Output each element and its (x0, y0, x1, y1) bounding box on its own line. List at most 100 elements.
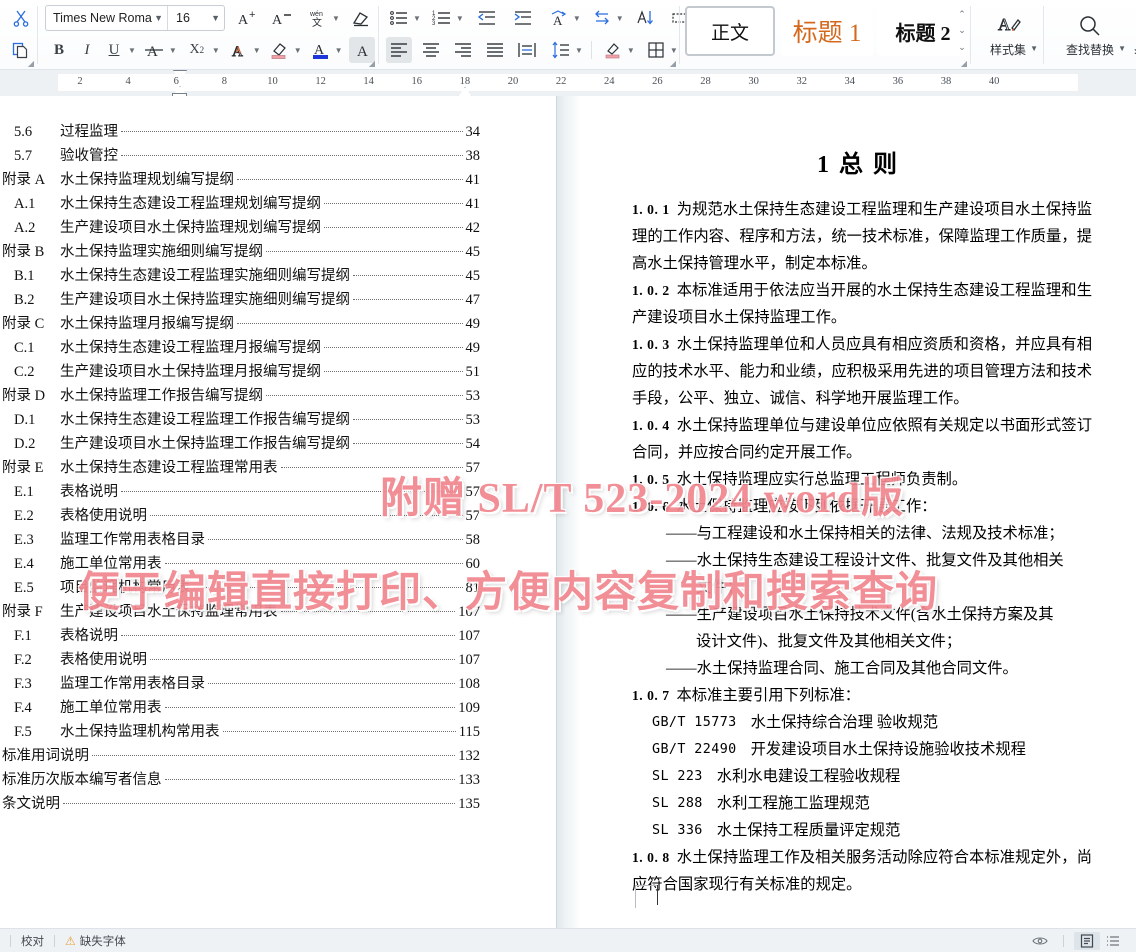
chevron-down-icon[interactable]: ▼ (573, 14, 581, 23)
toc-entry[interactable]: F.2表格使用说明107 (0, 648, 480, 672)
style-heading1[interactable]: 标题 1 (781, 6, 873, 56)
decrease-indent-icon[interactable] (474, 5, 500, 31)
toc-entry[interactable]: 条文说明135 (0, 792, 480, 816)
chevron-down-icon[interactable]: ▼ (169, 46, 177, 55)
shading-icon[interactable] (600, 37, 626, 63)
toc-entry[interactable]: A.2生产建设项目水土保持监理规划编写提纲42 (0, 216, 480, 240)
toc-entry[interactable]: E.3监理工作常用表格目录58 (0, 528, 480, 552)
toc-entry[interactable]: E.1表格说明57 (0, 480, 480, 504)
chevron-down-icon[interactable]: ▼ (332, 14, 340, 23)
chevron-down-icon[interactable]: ▼ (128, 46, 136, 55)
page-right[interactable]: 1 总 则 1. 0. 1为规范水土保持生态建设工程监理和生产建设项目水土保持监… (580, 96, 1136, 928)
italic-button[interactable]: I (73, 37, 101, 63)
styles-scroll-spinner[interactable]: ⌃ ⌄ ⌄ (955, 6, 969, 56)
find-replace-button[interactable]: 查找替换 (1044, 0, 1136, 70)
chevron-down-icon[interactable]: ▼ (212, 46, 220, 55)
toc-leader-dots (237, 322, 463, 324)
underline-button[interactable]: U (101, 37, 127, 63)
text-effects-icon[interactable]: A A (226, 37, 252, 63)
chevron-down-icon[interactable]: ▼ (616, 14, 624, 23)
chevron-down-icon[interactable]: ▼ (1030, 44, 1038, 53)
align-right-icon[interactable] (450, 37, 476, 63)
asian-layout-icon[interactable]: A (546, 5, 572, 31)
toc-entry[interactable]: F.1表格说明107 (0, 624, 480, 648)
paragraph-dialog-launcher[interactable]: ◢ (670, 59, 676, 68)
toc-entry[interactable]: D.2生产建设项目水土保持监理工作报告编写提纲54 (0, 432, 480, 456)
document-canvas[interactable]: 5.6过程监理345.7验收管控38附录 A水土保持监理规划编写提纲41A.1水… (0, 96, 1136, 928)
line-spacing-icon[interactable] (548, 37, 574, 63)
font-color-icon[interactable]: A (308, 37, 334, 63)
toc-entry[interactable]: F.3监理工作常用表格目录108 (0, 672, 480, 696)
toc-entry[interactable]: B.1水土保持生态建设工程监理实施细则编写提纲45 (0, 264, 480, 288)
toc-entry[interactable]: F.4施工单位常用表109 (0, 696, 480, 720)
toc-entry[interactable]: 附录 A水土保持监理规划编写提纲41 (0, 168, 480, 192)
cut-icon[interactable] (4, 3, 38, 33)
toc-entry[interactable]: C.1水土保持生态建设工程监理月报编写提纲49 (0, 336, 480, 360)
highlight-icon[interactable] (267, 37, 293, 63)
chevron-down-icon[interactable]: ▼ (456, 14, 464, 23)
phonetic-guide-icon[interactable]: wén 文 (305, 5, 331, 31)
proofread-status[interactable]: 校对 (21, 933, 44, 949)
chevron-down-icon[interactable]: ▼ (335, 46, 343, 55)
eye-icon[interactable] (1027, 932, 1053, 950)
toc-entry[interactable]: 5.6过程监理34 (0, 120, 480, 144)
outline-view-icon[interactable] (1100, 932, 1126, 950)
clipboard-dialog-launcher[interactable]: ◢ (28, 59, 34, 68)
toc-entry[interactable]: 附录 B水土保持监理实施细则编写提纲45 (0, 240, 480, 264)
chevron-down-icon[interactable]: ▼ (627, 46, 635, 55)
chevron-down-icon[interactable]: ▼ (413, 14, 421, 23)
styles-dialog-launcher[interactable]: ◢ (961, 59, 967, 68)
toc-entry[interactable]: F.5水土保持监理机构常用表115 (0, 720, 480, 744)
toc-entry[interactable]: B.2生产建设项目水土保持监理实施细则编写提纲47 (0, 288, 480, 312)
toc-entry[interactable]: A.1水土保持生态建设工程监理规划编写提纲41 (0, 192, 480, 216)
scroll-down-icon[interactable]: ⌄ (958, 25, 966, 36)
align-center-icon[interactable] (418, 37, 444, 63)
page-view-icon[interactable] (1074, 932, 1100, 950)
bullet-list-icon[interactable] (386, 5, 412, 31)
sort-icon[interactable] (632, 5, 658, 31)
missing-font-status[interactable]: 缺失字体 (80, 933, 126, 949)
toc-entry[interactable]: 附录 E水土保持生态建设工程监理常用表57 (0, 456, 480, 480)
chevron-down-icon[interactable]: ▼ (253, 46, 261, 55)
chevron-down-icon[interactable]: ▼ (294, 46, 302, 55)
toc-entry[interactable]: D.1水土保持生态建设工程监理工作报告编写提纲53 (0, 408, 480, 432)
toc-entry-page: 41 (466, 172, 481, 189)
toc-entry[interactable]: C.2生产建设项目水土保持监理月报编写提纲51 (0, 360, 480, 384)
toc-entry[interactable]: 5.7验收管控38 (0, 144, 480, 168)
numbered-list-icon[interactable]: 1 2 3 (429, 5, 455, 31)
toc-entry[interactable]: E.5项目监理机构常用表81 (0, 576, 480, 600)
toc-entry[interactable]: 附录 C水土保持监理月报编写提纲49 (0, 312, 480, 336)
borders-icon[interactable] (643, 37, 669, 63)
chevron-down-icon[interactable]: ▼ (1118, 44, 1126, 53)
align-distribute-icon[interactable] (514, 37, 540, 63)
strikethrough-button[interactable]: A (142, 37, 168, 63)
align-left-icon[interactable] (386, 37, 412, 63)
horizontal-ruler[interactable]: 246810121416182022242628303234363840 (58, 74, 1078, 91)
increase-indent-icon[interactable] (510, 5, 536, 31)
align-justify-icon[interactable] (482, 37, 508, 63)
toc-entry[interactable]: E.2表格使用说明57 (0, 504, 480, 528)
scroll-up-icon[interactable]: ⌃ (958, 9, 966, 20)
font-dialog-launcher[interactable]: ◢ (369, 59, 375, 68)
font-name-input[interactable]: Times New Roma ▼ (46, 6, 168, 30)
font-size-input[interactable]: 16 ▼ (168, 6, 224, 30)
page-left[interactable]: 5.6过程监理345.7验收管控38附录 A水土保持监理规划编写提纲41A.1水… (0, 96, 556, 928)
toc-entry[interactable]: 附录 D水土保持监理工作报告编写提纲53 (0, 384, 480, 408)
grow-font-icon[interactable]: A + (235, 5, 261, 31)
superscript-button[interactable]: X2 (183, 37, 211, 63)
clear-format-icon[interactable] (348, 5, 374, 31)
chevron-down-icon[interactable]: ▼ (670, 46, 678, 55)
toc-entry[interactable]: 标准用词说明132 (0, 744, 480, 768)
text-direction-icon[interactable] (589, 5, 615, 31)
toc-entry-page: 34 (466, 124, 481, 141)
toc-entry[interactable]: E.4施工单位常用表60 (0, 552, 480, 576)
toc-entry[interactable]: 标准历次版本编写者信息133 (0, 768, 480, 792)
chevron-down-icon[interactable]: ▼ (575, 46, 583, 55)
toc-entry[interactable]: 附录 F生产建设项目水土保持监理常用表107 (0, 600, 480, 624)
style-normal[interactable]: 正文 (685, 6, 775, 56)
style-set-button[interactable]: A 样式集 (972, 0, 1044, 70)
toc-entry-page: 108 (458, 676, 480, 693)
shrink-font-icon[interactable]: A (269, 5, 295, 31)
bold-button[interactable]: B (45, 37, 73, 63)
expand-gallery-icon[interactable]: ⌄ (958, 42, 966, 53)
